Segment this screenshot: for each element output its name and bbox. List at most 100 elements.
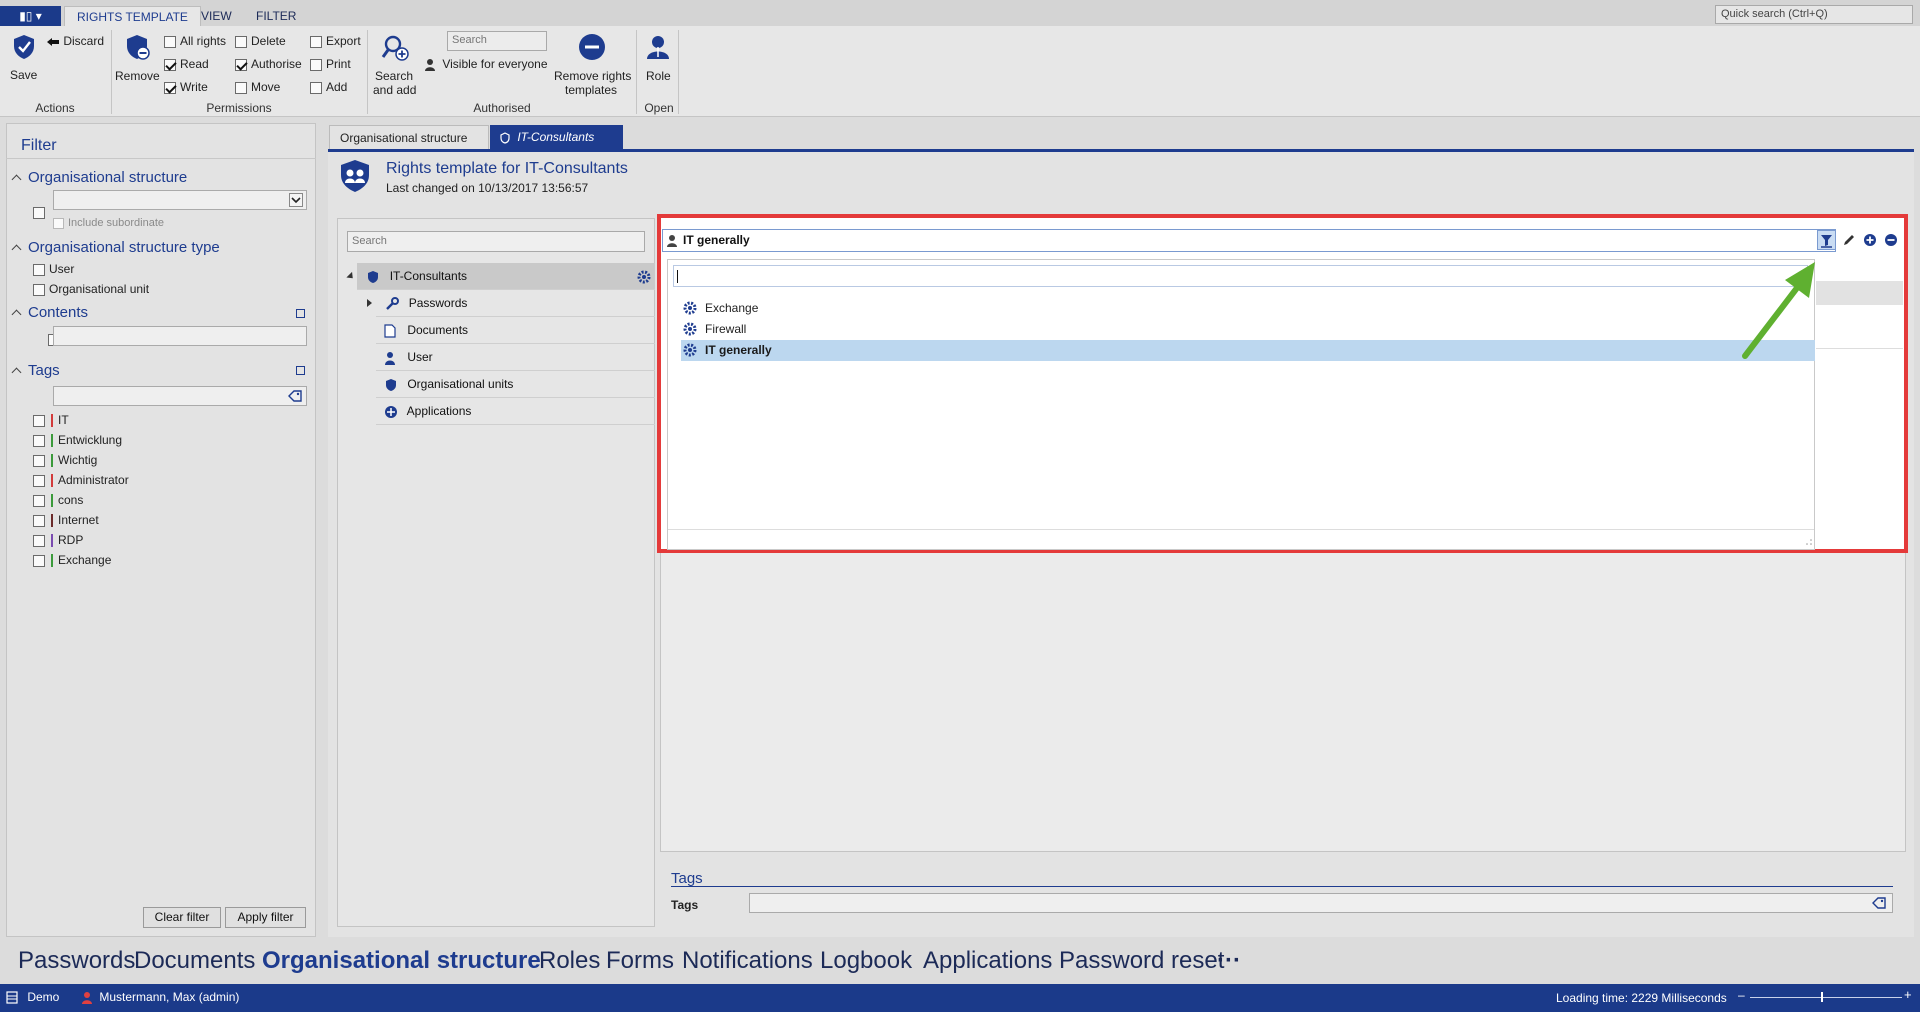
checkbox[interactable]	[310, 58, 322, 71]
dropdown-item-firewall[interactable]: Firewall	[681, 319, 1815, 340]
tab-filter[interactable]: FILTER	[244, 6, 308, 26]
type-user-option[interactable]: User	[33, 262, 74, 276]
zoom-out-button[interactable]: –	[1738, 988, 1745, 1002]
tag-item-exchange[interactable]: Exchange	[33, 553, 111, 568]
tag-item-cons[interactable]: cons	[33, 493, 83, 508]
search-and-add-button[interactable]: Search and add	[372, 33, 418, 97]
module-passwords[interactable]: Passwords	[18, 947, 135, 975]
tag-item-entwicklung[interactable]: Entwicklung	[33, 433, 122, 448]
more-modules-button[interactable]: ···	[1217, 947, 1241, 975]
tags-field-input[interactable]	[749, 893, 1893, 913]
minus-circle-icon[interactable]	[1884, 233, 1898, 247]
app-menu-button[interactable]: ▮▯ ▾	[0, 6, 61, 26]
checkbox[interactable]	[33, 534, 45, 547]
permission-all-rights[interactable]: All rights	[164, 34, 226, 48]
doc-tab-it-consultants[interactable]: IT-Consultants ✕	[490, 125, 623, 168]
visible-for-everyone-toggle[interactable]: Visible for everyone	[424, 57, 548, 72]
checkbox[interactable]	[33, 554, 45, 567]
save-button[interactable]: Save	[6, 33, 42, 85]
checkbox[interactable]	[235, 35, 247, 48]
checkbox[interactable]	[310, 81, 322, 94]
tree-node-org-units[interactable]: Organisational units	[376, 371, 655, 398]
tree-search-input[interactable]: Search	[347, 231, 645, 252]
checkbox[interactable]	[33, 474, 45, 487]
permission-authorise[interactable]: Authorise	[235, 57, 302, 71]
apply-filter-button[interactable]: Apply filter	[225, 907, 306, 928]
include-subordinate-option[interactable]: Include subordinate	[53, 217, 164, 229]
zoom-slider-thumb[interactable]	[1821, 992, 1823, 1002]
tree-node-it-consultants[interactable]: IT-Consultants	[346, 263, 655, 290]
permission-print[interactable]: Print	[310, 57, 351, 71]
tag-icon[interactable]	[1872, 897, 1886, 909]
dropdown-filter-input[interactable]	[673, 265, 1808, 287]
org-structure-type-section-toggle[interactable]: Organisational structure type	[11, 239, 220, 256]
permission-delete[interactable]: Delete	[235, 34, 286, 48]
tag-item-administrator[interactable]: Administrator	[33, 473, 129, 488]
tag-item-internet[interactable]: Internet	[33, 513, 99, 528]
discard-button[interactable]: Discard	[46, 34, 104, 50]
checkbox[interactable]	[33, 263, 45, 276]
pencil-icon[interactable]	[1842, 233, 1856, 247]
tags-section-toggle[interactable]: Tags	[11, 362, 60, 379]
database-indicator[interactable]: Demo	[6, 990, 59, 1004]
expand-triangle-icon[interactable]	[367, 299, 372, 307]
tags-filter-input[interactable]	[53, 386, 307, 406]
ribbon-search-input[interactable]: Search	[447, 31, 547, 51]
remove-button[interactable]: Remove	[114, 33, 160, 85]
permission-export[interactable]: Export	[310, 34, 361, 48]
contents-input[interactable]	[53, 326, 307, 346]
checkbox-checked[interactable]	[164, 58, 176, 71]
zoom-in-button[interactable]: +	[1904, 987, 1912, 1002]
checkbox[interactable]	[33, 494, 45, 507]
checkbox[interactable]	[33, 454, 45, 467]
tag-item-rdp[interactable]: RDP	[33, 533, 83, 548]
resize-grip-icon[interactable]	[1805, 538, 1813, 546]
checkbox-disabled[interactable]	[53, 217, 64, 229]
module-logbook[interactable]: Logbook	[820, 947, 912, 975]
tags-options-icon[interactable]	[296, 366, 305, 375]
checkbox-checked[interactable]	[164, 81, 176, 94]
module-notifications[interactable]: Notifications	[682, 947, 813, 975]
permission-move[interactable]: Move	[235, 80, 280, 94]
org-structure-checkbox[interactable]	[33, 206, 45, 219]
checkbox[interactable]	[33, 514, 45, 527]
module-password-reset[interactable]: Password reset	[1059, 947, 1224, 975]
checkbox[interactable]	[33, 434, 45, 447]
rights-template-combobox[interactable]: IT generally	[662, 229, 1836, 252]
type-org-unit-option[interactable]: Organisational unit	[33, 282, 149, 296]
checkbox-checked[interactable]	[235, 58, 247, 71]
doc-tab-org-structure[interactable]: Organisational structure	[329, 125, 489, 149]
tag-item-it[interactable]: IT	[33, 413, 69, 428]
permission-read[interactable]: Read	[164, 57, 209, 71]
plus-circle-icon[interactable]	[1863, 233, 1877, 247]
contents-options-icon[interactable]	[296, 309, 305, 318]
checkbox[interactable]	[164, 35, 176, 48]
permission-add[interactable]: Add	[310, 80, 347, 94]
module-documents[interactable]: Documents	[134, 947, 255, 975]
tree-node-documents[interactable]: Documents	[376, 317, 655, 344]
module-organisational-structure[interactable]: Organisational structure	[262, 947, 541, 975]
tab-view[interactable]: VIEW	[189, 6, 244, 26]
dropdown-item-it-generally[interactable]: IT generally	[681, 340, 1815, 361]
dropdown-item-exchange[interactable]: Exchange	[681, 298, 1815, 319]
checkbox[interactable]	[235, 81, 247, 94]
current-user-indicator[interactable]: Mustermann, Max (admin)	[82, 990, 239, 1005]
tag-item-wichtig[interactable]: Wichtig	[33, 453, 97, 468]
tree-node-applications[interactable]: Applications	[376, 398, 655, 425]
role-button[interactable]: Role	[642, 33, 674, 85]
module-roles[interactable]: Roles	[539, 947, 600, 975]
permission-write[interactable]: Write	[164, 80, 208, 94]
clear-filter-button[interactable]: Clear filter	[143, 907, 221, 928]
tree-node-user[interactable]: User	[376, 344, 655, 371]
org-structure-select[interactable]	[53, 190, 307, 210]
module-forms[interactable]: Forms	[606, 947, 674, 975]
checkbox[interactable]	[33, 414, 45, 427]
tab-rights-template[interactable]: RIGHTS TEMPLATE	[64, 6, 201, 26]
gear-icon[interactable]	[637, 270, 651, 284]
checkbox[interactable]	[33, 283, 45, 296]
tree-node-passwords[interactable]: Passwords	[367, 290, 655, 317]
remove-rights-templates-button[interactable]: Remove rights templates	[552, 33, 632, 97]
org-structure-section-toggle[interactable]: Organisational structure	[11, 169, 187, 186]
checkbox[interactable]	[310, 35, 322, 48]
quick-search-input[interactable]: Quick search (Ctrl+Q)	[1715, 5, 1913, 24]
